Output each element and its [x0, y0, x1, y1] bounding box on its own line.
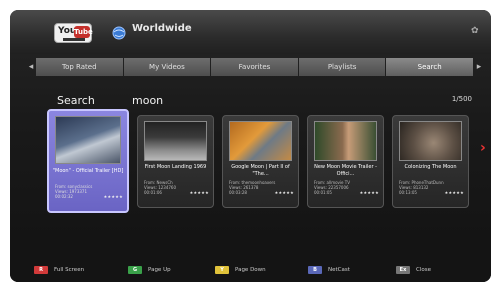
video-rating: ★★★★★: [274, 190, 294, 195]
video-meta: From: sonyclassics Views: 1973371 00:02:…: [55, 184, 123, 199]
hint-page-down[interactable]: Y Page Down: [215, 266, 266, 274]
video-rating: ★★★★★: [189, 190, 209, 195]
yellow-key-icon: Y: [215, 266, 229, 274]
red-key-icon: R: [34, 266, 48, 274]
video-rating: ★★★★★: [103, 194, 123, 199]
logo-tube-text: Tube: [74, 26, 93, 38]
logo-underline: [63, 38, 85, 41]
hint-page-up[interactable]: G Page Up: [128, 266, 171, 274]
tv-screen: You Tube Worldwide ✿ ◂ Top Rated My Vide…: [10, 10, 491, 282]
tab-right-arrow-icon[interactable]: ▸: [474, 60, 484, 74]
video-meta: From: NewsCh Views: 1234760 00:01:06 ★★★★…: [144, 180, 209, 195]
video-duration: 00:13:05: [399, 190, 417, 195]
video-card[interactable]: Colonizing The Moon From: PhoneThatDunn …: [392, 115, 469, 208]
video-thumbnail: [55, 116, 121, 164]
region-label: Worldwide: [132, 23, 192, 34]
video-meta: From: PhoneThatDunn Views: 813132 00:13:…: [399, 180, 464, 195]
settings-icon[interactable]: ✿: [471, 26, 481, 36]
video-rating: ★★★★★: [359, 190, 379, 195]
video-meta: From: themoonhoaxers Views: 261378 00:03…: [229, 180, 294, 195]
blue-key-icon: B: [308, 266, 322, 274]
video-card[interactable]: "Moon" - Official Trailer [HD] From: son…: [47, 109, 129, 213]
tab-search[interactable]: Search: [386, 58, 473, 76]
video-duration: 00:03:28: [229, 190, 247, 195]
video-meta: From: allmovie TV Views: 22357006 00:01:…: [314, 180, 379, 195]
tab-left-arrow-icon[interactable]: ◂: [26, 60, 36, 74]
page-count: 1/500: [451, 95, 472, 103]
video-title: "Moon" - Official Trailer [HD]: [52, 168, 124, 174]
search-query: moon: [132, 94, 164, 107]
globe-icon: [112, 26, 126, 40]
video-card[interactable]: Google Moon | Part II of "The... From: t…: [222, 115, 299, 208]
youtube-logo: You Tube: [54, 23, 93, 43]
exit-key-icon: Ex: [396, 266, 410, 274]
hint-netcast[interactable]: B NetCast: [308, 266, 350, 274]
hint-label: NetCast: [328, 267, 350, 273]
video-card[interactable]: First Moon Landing 1969 From: NewsCh Vie…: [137, 115, 214, 208]
hint-close[interactable]: Ex Close: [396, 266, 431, 274]
hint-label: Page Up: [148, 267, 171, 273]
video-title: Google Moon | Part II of "The...: [231, 164, 290, 177]
tab-top-rated[interactable]: Top Rated: [36, 58, 123, 76]
tab-favorites[interactable]: Favorites: [211, 58, 298, 76]
video-thumbnail: [144, 121, 207, 161]
hint-label: Close: [416, 267, 431, 273]
video-card[interactable]: New Moon Movie Trailer - Offici... From:…: [307, 115, 384, 208]
hint-label: Full Screen: [54, 267, 85, 273]
hint-full-screen[interactable]: R Full Screen: [34, 266, 84, 274]
header-bar: You Tube Worldwide ✿: [10, 10, 491, 54]
video-title: First Moon Landing 1969: [144, 164, 207, 170]
search-label: Search: [57, 94, 95, 107]
video-title: Colonizing The Moon: [404, 164, 457, 170]
green-key-icon: G: [128, 266, 142, 274]
tab-my-videos[interactable]: My Videos: [123, 58, 211, 76]
tab-bar: Top Rated My Videos Favorites Playlists …: [36, 58, 473, 76]
video-duration: 00:01:06: [144, 190, 162, 195]
video-thumbnail: [314, 121, 377, 161]
tab-playlists[interactable]: Playlists: [298, 58, 386, 76]
video-title: New Moon Movie Trailer - Offici...: [314, 164, 377, 177]
video-results: "Moon" - Official Trailer [HD] From: son…: [45, 109, 469, 213]
video-thumbnail: [399, 121, 462, 161]
video-rating: ★★★★★: [444, 190, 464, 195]
hint-label: Page Down: [235, 267, 266, 273]
video-duration: 00:01:05: [314, 190, 332, 195]
next-page-arrow-icon[interactable]: ›: [480, 140, 486, 156]
video-duration: 00:02:32: [55, 194, 73, 199]
video-thumbnail: [229, 121, 292, 161]
